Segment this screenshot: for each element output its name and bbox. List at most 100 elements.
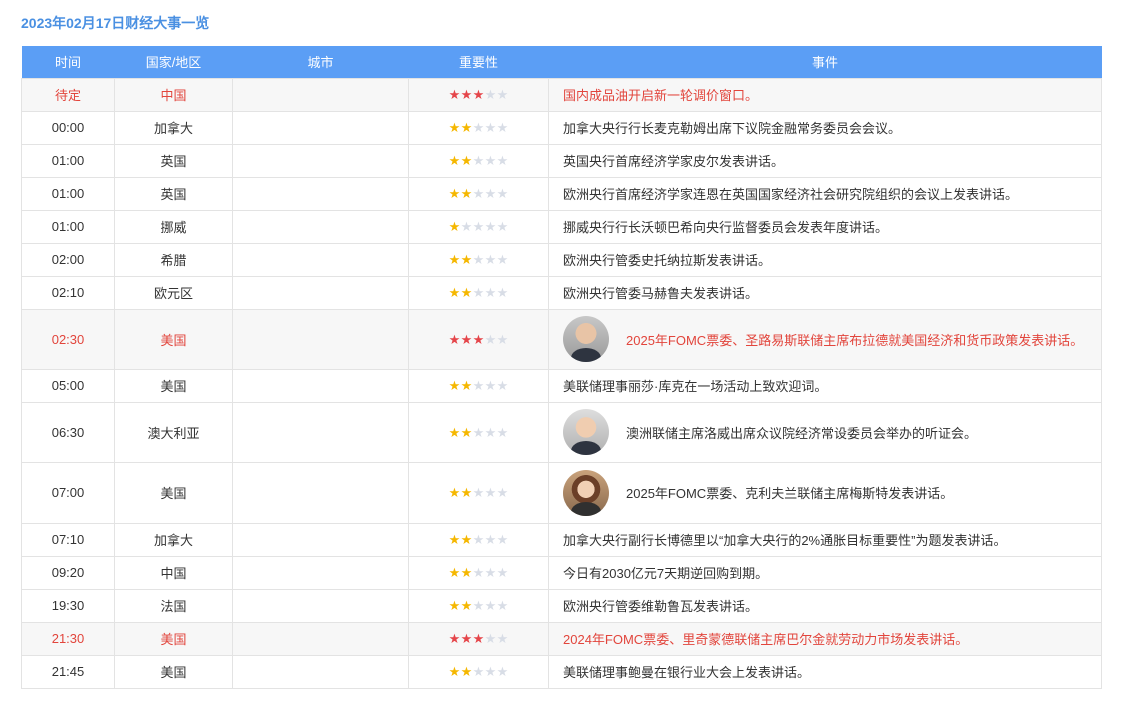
- star-filled-icon: ★: [472, 631, 485, 646]
- star-empty-icon: ★: [484, 87, 497, 102]
- cell-country: 美国: [114, 308, 233, 370]
- cell-importance: ★★★★★: [408, 522, 549, 557]
- cell-city: [232, 368, 409, 403]
- event-content: 加拿大央行行长麦克勒姆出席下议院金融常务委员会会议。: [563, 118, 1101, 137]
- star-filled-icon: ★: [448, 252, 461, 267]
- speaker-avatar: [563, 469, 609, 516]
- cell-country: 欧元区: [114, 275, 233, 310]
- star-filled-icon: ★: [448, 87, 461, 102]
- event-content: 美联储理事鲍曼在银行业大会上发表讲话。: [563, 662, 1101, 681]
- star-empty-icon: ★: [496, 631, 509, 646]
- cell-time: 00:00: [21, 110, 115, 145]
- cell-time: 02:10: [21, 275, 115, 310]
- importance-stars: ★★★★★: [449, 187, 509, 200]
- cell-country: 美国: [114, 654, 233, 689]
- table-row: 01:00 挪威 ★★★★★ 挪威央行行长沃顿巴希向央行监督委员会发表年度讲话。: [21, 209, 1102, 244]
- star-empty-icon: ★: [496, 598, 509, 613]
- star-filled-icon: ★: [448, 378, 461, 393]
- star-empty-icon: ★: [484, 219, 497, 234]
- cell-event: 欧洲央行首席经济学家连恩在英国国家经济社会研究院组织的会议上发表讲话。: [548, 176, 1102, 211]
- event-text: 英国央行首席经济学家皮尔发表讲话。: [563, 154, 785, 169]
- cell-city: [232, 308, 409, 370]
- cell-city: [232, 143, 409, 178]
- cell-event: 今日有2030亿元7天期逆回购到期。: [548, 555, 1102, 590]
- cell-importance: ★★★★★: [408, 176, 549, 211]
- star-filled-icon: ★: [448, 598, 461, 613]
- star-empty-icon: ★: [496, 252, 509, 267]
- cell-importance: ★★★★★: [408, 143, 549, 178]
- cell-time: 05:00: [21, 368, 115, 403]
- table-body: 待定 中国 ★★★★★ 国内成品油开启新一轮调价窗口。 00:00 加拿大 ★★★★★ 加拿大…: [21, 77, 1102, 689]
- star-filled-icon: ★: [472, 331, 485, 347]
- cell-city: [232, 621, 409, 656]
- table-row: 02:10 欧元区 ★★★★★ 欧洲央行管委马赫鲁夫发表讲话。: [21, 275, 1102, 310]
- cell-importance: ★★★★★: [408, 621, 549, 656]
- event-content: 英国央行首席经济学家皮尔发表讲话。: [563, 151, 1101, 170]
- cell-time: 21:30: [21, 621, 115, 656]
- importance-stars: ★★★★★: [449, 154, 509, 167]
- event-content: 挪威央行行长沃顿巴希向央行监督委员会发表年度讲话。: [563, 217, 1101, 236]
- star-empty-icon: ★: [484, 252, 497, 267]
- star-filled-icon: ★: [448, 664, 461, 679]
- star-empty-icon: ★: [472, 153, 485, 168]
- star-filled-icon: ★: [448, 331, 461, 347]
- cell-event: 美联储理事鲍曼在银行业大会上发表讲话。: [548, 654, 1102, 689]
- event-content: 2025年FOMC票委、克利夫兰联储主席梅斯特发表讲话。: [563, 469, 1101, 516]
- cell-event: 美联储理事丽莎·库克在一场活动上致欢迎词。: [548, 368, 1102, 403]
- star-empty-icon: ★: [496, 565, 509, 580]
- star-empty-icon: ★: [484, 631, 497, 646]
- event-text: 欧洲央行管委维勒鲁瓦发表讲话。: [563, 599, 759, 614]
- star-empty-icon: ★: [484, 532, 497, 547]
- cell-importance: ★★★★★: [408, 110, 549, 145]
- speaker-avatar: [563, 409, 609, 455]
- star-filled-icon: ★: [460, 424, 473, 440]
- star-filled-icon: ★: [460, 532, 473, 547]
- table-row: 07:00 美国 ★★★★★ 2025年FOMC票委、克利夫兰联储主席梅斯特发表讲话。: [21, 461, 1102, 524]
- star-empty-icon: ★: [472, 120, 485, 135]
- star-empty-icon: ★: [484, 120, 497, 135]
- star-empty-icon: ★: [496, 186, 509, 201]
- cell-importance: ★★★★★: [408, 555, 549, 590]
- star-filled-icon: ★: [460, 120, 473, 135]
- star-empty-icon: ★: [496, 485, 509, 500]
- speaker-avatar: [563, 316, 609, 362]
- star-empty-icon: ★: [484, 485, 497, 500]
- star-filled-icon: ★: [448, 120, 461, 135]
- page-title: 2023年02月17日财经大事一览: [21, 15, 210, 31]
- header-country: 国家/地区: [114, 46, 233, 78]
- star-filled-icon: ★: [460, 565, 473, 580]
- cell-event: 国内成品油开启新一轮调价窗口。: [548, 77, 1102, 112]
- cell-event: 欧洲央行管委马赫鲁夫发表讲话。: [548, 275, 1102, 310]
- cell-event: 加拿大央行行长麦克勒姆出席下议院金融常务委员会会议。: [548, 110, 1102, 145]
- star-empty-icon: ★: [484, 285, 497, 300]
- star-empty-icon: ★: [484, 598, 497, 613]
- star-filled-icon: ★: [460, 631, 473, 646]
- header-event: 事件: [548, 46, 1102, 78]
- cell-country: 挪威: [114, 209, 233, 244]
- importance-stars: ★★★★★: [449, 379, 509, 392]
- importance-stars: ★★★★★: [449, 220, 509, 233]
- cell-city: [232, 77, 409, 112]
- event-text: 欧洲央行管委史托纳拉斯发表讲话。: [563, 253, 772, 268]
- importance-stars: ★★★★★: [449, 599, 509, 612]
- star-empty-icon: ★: [484, 378, 497, 393]
- cell-time: 02:30: [21, 308, 115, 370]
- cell-time: 02:00: [21, 242, 115, 277]
- cell-event: 澳洲联储主席洛威出席众议院经济常设委员会举办的听证会。: [548, 401, 1102, 463]
- cell-city: [232, 555, 409, 590]
- star-empty-icon: ★: [484, 565, 497, 580]
- cell-importance: ★★★★★: [408, 654, 549, 689]
- event-text: 加拿大央行行长麦克勒姆出席下议院金融常务委员会会议。: [563, 121, 902, 136]
- header-importance: 重要性: [408, 46, 549, 78]
- star-empty-icon: ★: [496, 285, 509, 300]
- header-city: 城市: [232, 46, 409, 78]
- table-row: 19:30 法国 ★★★★★ 欧洲央行管委维勒鲁瓦发表讲话。: [21, 588, 1102, 623]
- star-empty-icon: ★: [460, 219, 473, 234]
- star-empty-icon: ★: [472, 285, 485, 300]
- table-row: 待定 中国 ★★★★★ 国内成品油开启新一轮调价窗口。: [21, 77, 1102, 112]
- event-text: 2025年FOMC票委、克利夫兰联储主席梅斯特发表讲话。: [626, 486, 954, 501]
- cell-country: 美国: [114, 368, 233, 403]
- cell-importance: ★★★★★: [408, 77, 549, 112]
- star-filled-icon: ★: [460, 285, 473, 300]
- importance-stars: ★★★★★: [449, 286, 509, 299]
